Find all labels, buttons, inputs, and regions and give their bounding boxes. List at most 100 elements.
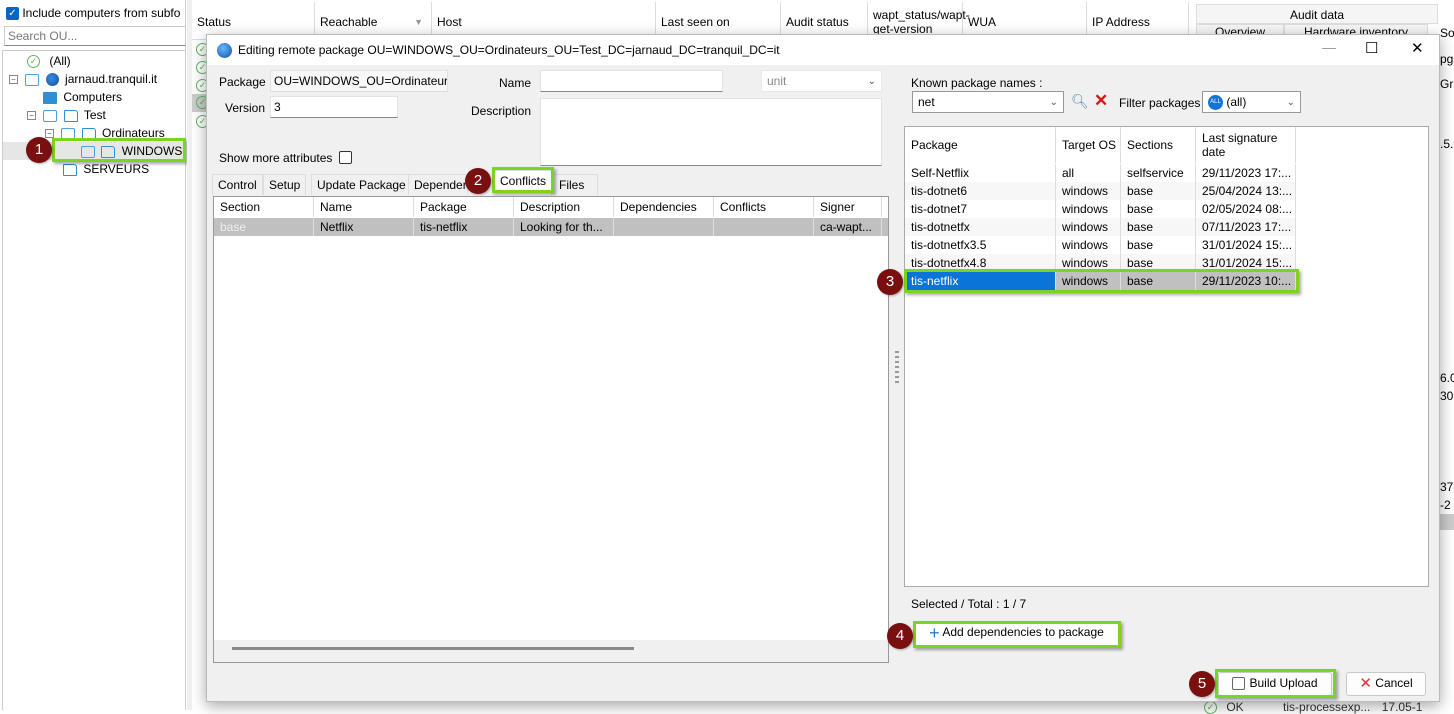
wapt-logo-icon xyxy=(217,43,232,58)
close-button[interactable]: ✕ xyxy=(1411,39,1424,57)
tree-item-computers[interactable]: Computers xyxy=(43,88,122,106)
cell-package: tis-netflix xyxy=(414,218,514,236)
cell-os: windows xyxy=(1056,182,1121,200)
cell-os: windows xyxy=(1056,218,1121,236)
tab-dependencies[interactable]: Dependen xyxy=(408,174,468,195)
partial-text: 37- xyxy=(1440,480,1454,494)
minimize-button[interactable]: — xyxy=(1322,39,1336,55)
tab-update-package[interactable]: Update Package xyxy=(311,174,412,195)
col-conflicts[interactable]: Conflicts xyxy=(714,197,814,217)
cancel-button[interactable]: ✕ Cancel xyxy=(1346,672,1426,696)
include-subfolders-checkbox[interactable]: ✓ Include computers from subfo xyxy=(6,6,180,21)
highlight-build-upload xyxy=(1215,669,1336,698)
cell-os: windows xyxy=(1056,200,1121,218)
version-field[interactable]: 3 xyxy=(270,96,398,118)
package-row[interactable]: Self-Netflix all selfservice 29/11/2023 17:… xyxy=(905,164,1296,182)
filter-packages-label: Filter packages xyxy=(1119,96,1201,110)
name-field[interactable] xyxy=(540,70,723,92)
chevron-down-icon: ⌄ xyxy=(867,76,876,87)
known-packages-combo[interactable]: net ⌄ xyxy=(912,91,1064,113)
cell-date: 31/01/2024 15:... xyxy=(1196,236,1296,254)
tab-setup[interactable]: Setup xyxy=(263,174,307,195)
cell-package: tis-dotnetfx xyxy=(905,218,1056,236)
cell-os: windows xyxy=(1056,236,1121,254)
partial-text: .5.0 xyxy=(1440,137,1454,151)
dialog-titlebar[interactable]: Editing remote package OU=WINDOWS_OU=Ord… xyxy=(207,35,1439,65)
tab-files[interactable]: Files xyxy=(553,174,598,195)
col-sections[interactable]: Sections xyxy=(1121,127,1196,163)
package-label: Package xyxy=(219,75,266,89)
ou-tree-panel: ✓ Include computers from subfo Search OU… xyxy=(0,0,186,710)
horizontal-scrollbar[interactable] xyxy=(214,640,888,662)
folder-icon xyxy=(63,109,78,122)
highlight-conflicts-tab xyxy=(492,167,554,193)
cell-date: 07/11/2023 17:... xyxy=(1196,218,1296,236)
folder-icon xyxy=(63,163,77,176)
partial-text: Gr xyxy=(1440,77,1454,91)
search-ou-input[interactable]: Search OU... xyxy=(4,26,186,46)
package-row[interactable]: tis-dotnetfx windows base 07/11/2023 17:... xyxy=(905,218,1296,236)
description-label: Description xyxy=(471,104,532,118)
col-last-signature-date[interactable]: Last signature date xyxy=(1196,127,1296,163)
scrollbar-thumb[interactable] xyxy=(232,647,634,650)
status-ok-icon: ✓ xyxy=(1204,701,1217,714)
audit-data-header: Audit data xyxy=(1196,4,1438,24)
selected-host-row[interactable]: ✓ xyxy=(192,94,209,112)
maximize-button[interactable]: ☐ xyxy=(1365,39,1378,57)
cell-package: tis-dotnet6 xyxy=(905,182,1056,200)
col-dependencies[interactable]: Dependencies xyxy=(614,197,714,217)
tab-software[interactable]: So xyxy=(1440,26,1454,40)
tree-item-test[interactable]: − Test xyxy=(27,106,106,124)
annotation-badge-4: 4 xyxy=(887,623,913,649)
col-signer[interactable]: Signer xyxy=(814,197,882,217)
table-row[interactable]: base Netflix tis-netflix Looking for th.… xyxy=(214,218,888,236)
col-description[interactable]: Description xyxy=(514,197,614,217)
tree-item-serveurs[interactable]: SERVEURS xyxy=(63,160,149,178)
filter-packages-combo[interactable]: ALL (all) ⌄ xyxy=(1202,91,1301,113)
col-package[interactable]: Package xyxy=(905,127,1056,163)
tab-control[interactable]: Control xyxy=(212,174,263,195)
monitor-icon xyxy=(43,91,57,104)
search-icon[interactable]: 🔍︎ xyxy=(1071,93,1089,110)
package-row[interactable]: tis-dotnetfx3.5 windows base 31/01/2024 15:… xyxy=(905,236,1296,254)
partial-text: -2 xyxy=(1440,498,1451,512)
all-badge-icon: ALL xyxy=(1208,95,1223,111)
col-section[interactable]: Section xyxy=(214,197,314,217)
col-package[interactable]: Package xyxy=(414,197,514,217)
cell-description: Looking for th... xyxy=(514,218,614,236)
chevron-down-icon: ⌄ xyxy=(1286,97,1295,108)
tree-item-domain[interactable]: − jarnaud.tranquil.it xyxy=(9,70,157,88)
show-more-checkbox[interactable] xyxy=(339,151,352,164)
collapse-icon[interactable]: − xyxy=(45,129,54,139)
bg-bottom-row: ✓ OK tis-processexp... 17.05-1 xyxy=(1204,700,1422,714)
description-field[interactable] xyxy=(540,98,882,166)
annotation-badge-3: 3 xyxy=(877,269,903,295)
collapse-icon[interactable]: − xyxy=(27,111,36,121)
packages-grid: Package Target OS Sections Last signatur… xyxy=(904,126,1429,587)
chevron-down-icon: ⌄ xyxy=(1049,97,1058,108)
name-label: Name xyxy=(499,76,532,90)
conflicts-grid: Section Name Package Description Depende… xyxy=(213,196,889,663)
cell-section: base xyxy=(1121,182,1196,200)
unit-select[interactable]: unit ⌄ xyxy=(761,70,882,92)
cell-section: base xyxy=(1121,218,1196,236)
package-row[interactable]: tis-dotnet6 windows base 25/04/2024 13:... xyxy=(905,182,1296,200)
dialog-title: Editing remote package OU=WINDOWS_OU=Ord… xyxy=(238,43,780,57)
highlight-selected-package xyxy=(904,269,1299,293)
sort-arrow-icon: ▼ xyxy=(414,17,423,27)
package-row[interactable]: tis-dotnet7 windows base 02/05/2024 08:... xyxy=(905,200,1296,218)
clear-icon[interactable]: ✕ xyxy=(1094,91,1108,111)
cell-conflicts xyxy=(714,218,814,236)
collapse-icon[interactable]: − xyxy=(9,75,18,85)
tree-item-all[interactable]: ✓ (All) xyxy=(27,52,71,70)
cell-section: base xyxy=(1121,200,1196,218)
col-target-os[interactable]: Target OS xyxy=(1056,127,1121,163)
selected-total-label: Selected / Total : 1 / 7 xyxy=(911,597,1027,611)
cell-section: selfservice xyxy=(1121,164,1196,182)
version-label: Version xyxy=(225,101,266,115)
package-field[interactable]: OU=WINDOWS_OU=Ordinateurs xyxy=(270,70,448,92)
col-name[interactable]: Name xyxy=(314,197,414,217)
splitter-grip[interactable] xyxy=(895,351,899,383)
cell-signer: ca-wapt... xyxy=(814,218,882,236)
highlight-windows xyxy=(52,138,186,162)
